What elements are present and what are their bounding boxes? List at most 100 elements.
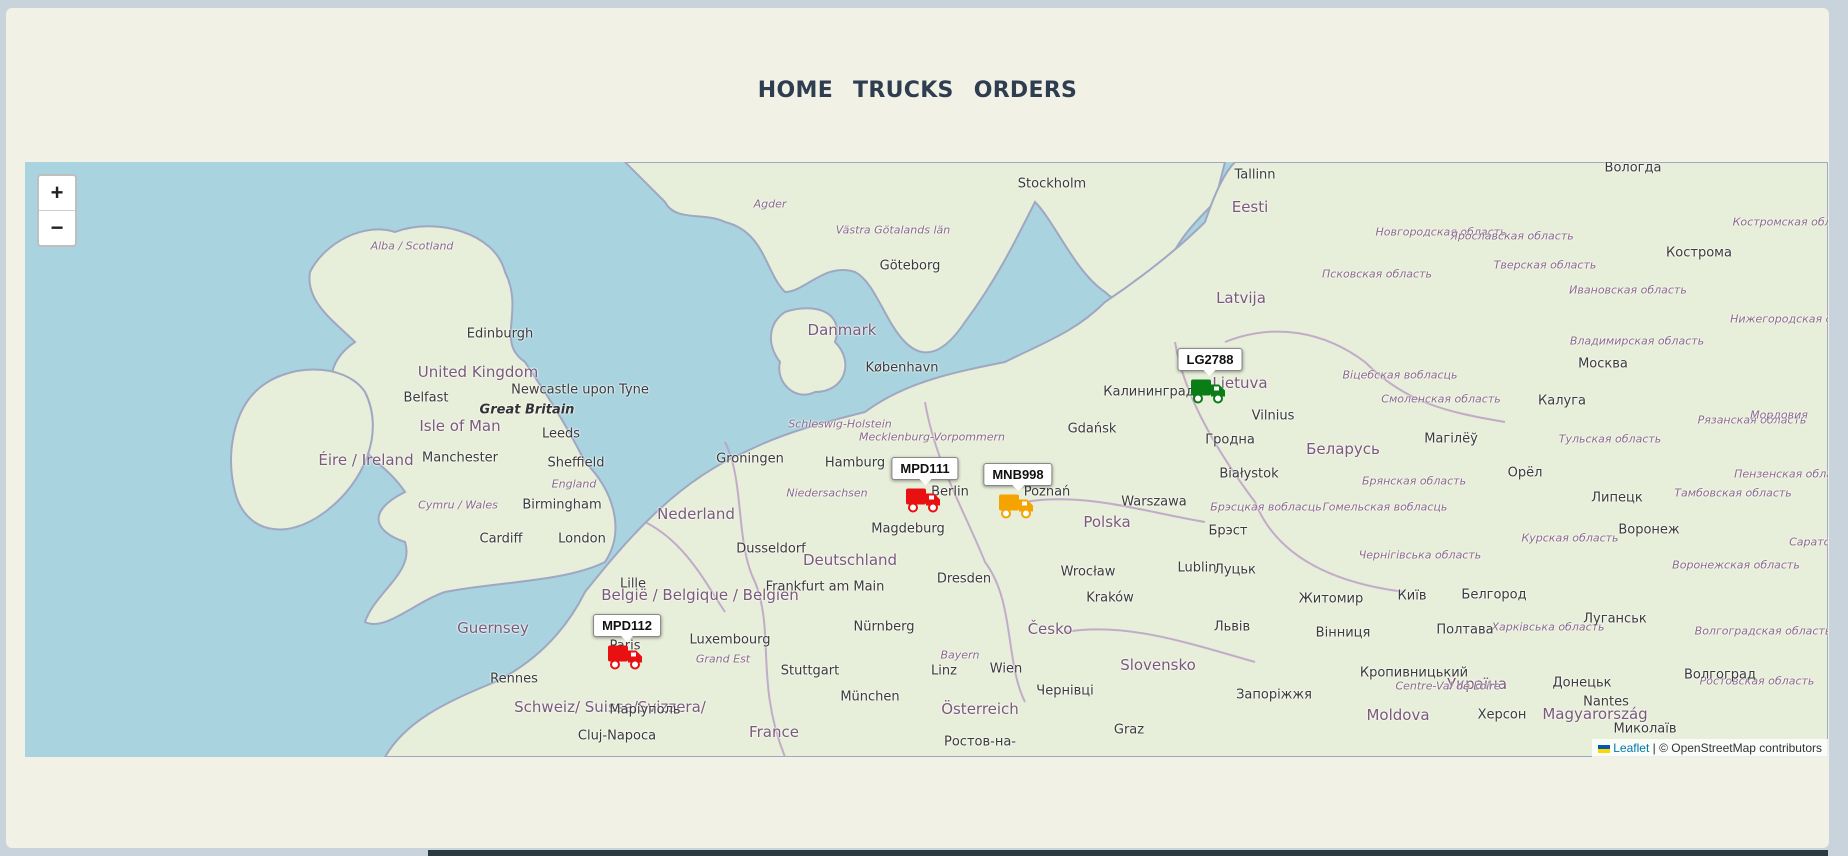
nav-orders[interactable]: ORDERS <box>974 78 1078 103</box>
map-label: Isle of Man <box>419 417 501 435</box>
map-label: Ярославская область <box>1450 229 1574 243</box>
truck-icon <box>906 488 940 513</box>
truck-marker[interactable] <box>606 642 644 677</box>
map-label: Маріуполь <box>609 702 681 718</box>
map-label: Кострома <box>1666 245 1732 261</box>
map-label: Курская область <box>1521 531 1619 545</box>
map-label: Волгоградская область <box>1694 624 1828 638</box>
map-label: Dusseldorf <box>736 541 806 557</box>
zoom-out-button[interactable]: − <box>39 210 75 245</box>
map-label: Bayern <box>940 648 980 662</box>
map-label: Vilnius <box>1251 408 1295 424</box>
map-label: Magdeburg <box>871 521 945 537</box>
truck-label: MPD112 <box>593 614 661 642</box>
map-label: Миколаїв <box>1613 721 1677 737</box>
main-nav: HOME TRUCKS ORDERS <box>6 78 1829 103</box>
map-label: Cluj-Napoca <box>577 728 657 744</box>
map-label: Nürnberg <box>853 619 915 635</box>
map-label: Moldova <box>1366 706 1430 724</box>
map-label: Брэсцкая вобласць <box>1210 500 1322 514</box>
map-label: Cardiff <box>479 531 523 547</box>
map-label: Пензенская область <box>1734 467 1828 481</box>
map-label: Göteborg <box>879 258 941 274</box>
landmass-ireland <box>230 368 374 531</box>
map-label: Birmingham <box>522 497 602 513</box>
map-label: Luxembourg <box>689 632 771 648</box>
map-label: Магілёў <box>1424 431 1478 447</box>
map-label: Éire / Ireland <box>318 451 414 469</box>
map-label: Frankfurt am Main <box>765 579 885 595</box>
map-label: Graz <box>1113 722 1145 738</box>
truck-marker[interactable] <box>904 485 942 520</box>
map-label: Wrocław <box>1060 564 1116 580</box>
map-label: Чернігівська область <box>1358 548 1482 562</box>
map-label: Magyarország <box>1542 705 1648 723</box>
map-label: Гомельская вобласць <box>1322 500 1448 514</box>
map-label: Владимирская область <box>1569 334 1705 348</box>
map-label: Київ <box>1397 588 1427 604</box>
map-label: Калининград <box>1103 384 1195 400</box>
map-label: Беларусь <box>1306 440 1380 458</box>
map-label: Луцьк <box>1214 562 1256 578</box>
map-label: Запоріжжя <box>1236 687 1312 703</box>
map-label: Stockholm <box>1017 176 1087 192</box>
map-label: Great Britain <box>479 402 575 418</box>
map-label: Херсон <box>1477 707 1527 723</box>
map-label: Newcastle upon Tyne <box>511 382 649 398</box>
map-label: Орёл <box>1507 465 1543 481</box>
map-label: Latvija <box>1216 289 1266 307</box>
map-label: Leeds <box>541 426 581 442</box>
map-label: Полтава <box>1436 622 1494 638</box>
map-label: Dresden <box>936 571 992 587</box>
map-label: København <box>865 360 939 376</box>
map-label: Schleswig-Holstein <box>788 417 892 431</box>
truck-icon <box>999 494 1033 519</box>
map-attribution: Leaflet | © OpenStreetMap contributors <box>1592 739 1828 757</box>
map-label: Саратов <box>1789 535 1828 549</box>
map-label: Hamburg <box>824 455 886 471</box>
map-label: Донецьк <box>1552 675 1612 691</box>
map-label: Niedersachsen <box>786 486 868 500</box>
map-label: France <box>749 723 799 741</box>
map-label: Калуга <box>1538 393 1586 409</box>
map-label: Eesti <box>1231 198 1269 216</box>
map-label: Воронеж <box>1618 522 1680 538</box>
map-label: Polska <box>1083 513 1131 531</box>
taskbar-strip <box>428 850 1828 856</box>
map-label: Гродна <box>1205 432 1255 448</box>
map-label: Centre-Val de Loire <box>1395 679 1501 693</box>
truck-marker[interactable] <box>997 491 1035 526</box>
nav-trucks[interactable]: TRUCKS <box>853 78 954 103</box>
nav-home[interactable]: HOME <box>758 78 833 103</box>
map-label: Вологда <box>1604 162 1662 176</box>
map-label: Česko <box>1027 620 1073 638</box>
trucks-map[interactable]: Stockholm Tallinn Вологда Eesti Agder Västra … <box>25 162 1828 757</box>
map-label: Луганськ <box>1583 611 1647 627</box>
leaflet-link[interactable]: Leaflet <box>1613 741 1649 755</box>
map-label: Warszawa <box>1121 494 1187 510</box>
map-label: Mecklenburg-Vorpommern <box>859 430 1005 444</box>
truck-label: MNB998 <box>983 463 1053 491</box>
map-label: Groningen <box>716 451 784 467</box>
map-label: Тамбовская область <box>1674 486 1792 500</box>
map-label: Нижегородская область <box>1730 312 1828 326</box>
map-label: Stuttgart <box>780 663 840 679</box>
map-label: Gdańsk <box>1067 421 1117 437</box>
map-label: Sheffield <box>547 455 605 471</box>
map-label: England <box>551 477 597 491</box>
map-label: Agder <box>753 197 787 211</box>
zoom-in-button[interactable]: + <box>39 176 75 210</box>
map-label: Białystok <box>1219 466 1279 482</box>
map-label: Вінниця <box>1315 625 1371 641</box>
truck-icon <box>608 645 642 670</box>
map-label: Österreich <box>941 700 1019 718</box>
truck-marker[interactable] <box>1189 376 1227 411</box>
map-label: Tallinn <box>1234 167 1276 183</box>
map-label: Slovensko <box>1120 656 1196 674</box>
map-label: Deutschland <box>802 551 898 569</box>
map-label: Västra Götalands län <box>835 223 951 237</box>
truck-icon <box>1191 379 1225 404</box>
map-label: Мордовия <box>1750 408 1808 422</box>
map-label: Kraków <box>1086 590 1134 606</box>
map-label: Москва <box>1578 356 1628 372</box>
